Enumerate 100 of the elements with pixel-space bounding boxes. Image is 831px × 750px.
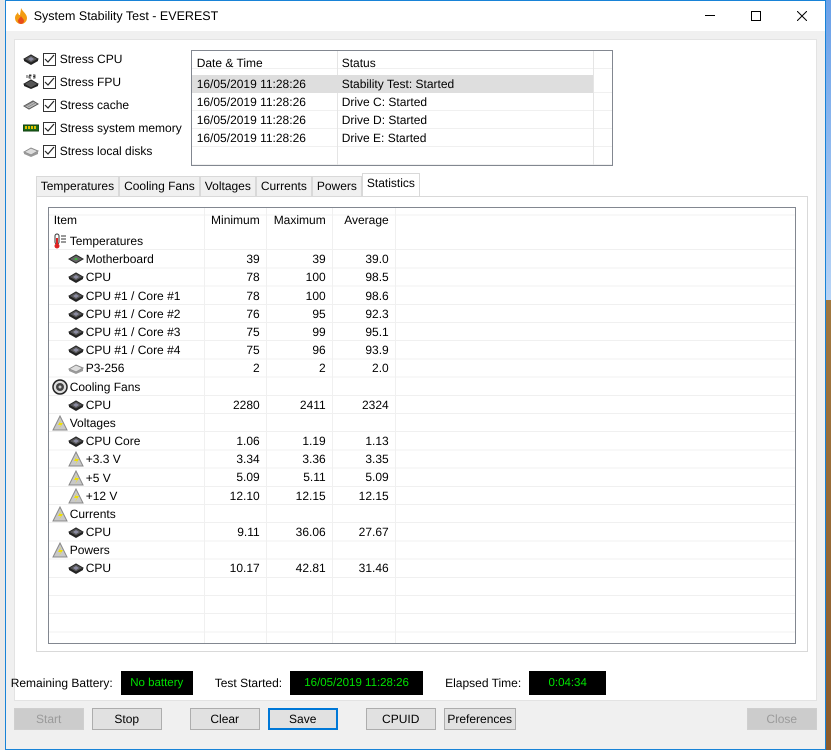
value-cell-text: 76 [245, 306, 261, 323]
log-cell-text: 16/05/2019 11:28:26 [196, 130, 307, 147]
status-label: Test Started: [214, 675, 282, 692]
value-cell-text: 1.19 [301, 433, 327, 450]
warning-bolt-icon [68, 470, 84, 486]
log-cell-text: 16/05/2019 11:28:26 [196, 112, 307, 129]
close-icon [796, 11, 807, 21]
tab[interactable]: Statistics [362, 173, 420, 196]
flame-icon [14, 8, 28, 24]
status-label: Elapsed Time: [445, 675, 522, 692]
value-cell-text: 12.10 [228, 488, 261, 505]
value-cell-text: 75 [245, 342, 261, 360]
warning-bolt-icon [52, 542, 68, 558]
tab[interactable]: Cooling Fans [119, 176, 200, 196]
value-cell-text: 5.09 [364, 469, 390, 486]
value-cell-text: 1.13 [364, 433, 390, 450]
sensor-label: +12 V [86, 488, 118, 505]
warning-bolt-icon [68, 451, 84, 468]
column-header[interactable]: Status [336, 51, 593, 75]
log-cell: 16/05/2019 11:28:26 [192, 75, 337, 93]
maximize-icon [750, 11, 761, 21]
sensor-label: +5 V [86, 470, 111, 487]
checkbox-label[interactable]: Stress cache [60, 96, 130, 114]
checkbox[interactable] [42, 52, 56, 66]
log-cell-text: Drive E: Started [340, 130, 428, 147]
checkbox[interactable] [42, 122, 56, 134]
sensor-label: Motherboard [86, 251, 154, 268]
value-cell-text: 78 [245, 288, 261, 305]
tab[interactable]: Temperatures [36, 176, 120, 196]
sensor-label: CPU [86, 269, 112, 286]
value-cell-text: 75 [245, 324, 261, 341]
value-cell-text: 2 [318, 360, 327, 378]
sensor-label: CPU #1 / Core #1 [86, 288, 180, 305]
minimize-icon [704, 15, 715, 17]
window-title: System Stability Test - EVEREST [34, 8, 220, 25]
checkbox-label[interactable]: Stress local disks [60, 142, 152, 160]
tab[interactable]: Currents [256, 176, 312, 196]
value-cell-text: 12.15 [358, 488, 390, 505]
value-cell-text: 2 [252, 360, 261, 378]
group-label: Powers [70, 542, 110, 560]
value-cell-text: 5.09 [235, 469, 261, 486]
button[interactable]: CPUID [366, 708, 436, 730]
button[interactable]: Stop [92, 708, 162, 730]
checkbox[interactable] [42, 98, 56, 112]
value-cell-text: 93.9 [364, 342, 390, 360]
sensor-label: CPU [86, 524, 112, 542]
column-header[interactable]: Minimum [204, 208, 266, 232]
checkbox-label[interactable]: Stress system memory [60, 119, 182, 137]
value-cell-text: 27.67 [358, 524, 390, 541]
value-cell-text: 31.46 [358, 560, 390, 578]
value-cell-text: 2324 [361, 396, 390, 414]
column-header[interactable]: Item [48, 208, 204, 232]
value-cell-text: 95.1 [364, 324, 390, 341]
status-label: Remaining Battery: [10, 675, 113, 692]
button[interactable]: Preferences [444, 708, 516, 730]
value-cell-text: 42.81 [294, 560, 327, 578]
thermometer-icon [52, 233, 68, 250]
group-label: Temperatures [70, 233, 144, 250]
column-header[interactable]: Average [332, 208, 395, 232]
sensor-label: CPU #1 / Core #2 [86, 306, 180, 323]
cpu-chip-icon [22, 74, 39, 90]
sensor-label: CPU #1 / Core #3 [86, 324, 180, 342]
tab[interactable]: Powers [312, 176, 362, 196]
button[interactable]: Save [268, 708, 338, 730]
column-header[interactable]: Maximum [266, 208, 332, 232]
status-display: No battery [120, 671, 193, 695]
column-header[interactable]: Date & Time [192, 51, 337, 75]
value-cell-text: 10.17 [228, 560, 261, 578]
value-cell-text: 3.36 [301, 451, 327, 468]
value-cell-text: 78 [245, 269, 261, 286]
status-display: 16/05/2019 11:28:26 [290, 671, 424, 695]
value-cell-text: 98.5 [364, 269, 390, 286]
sensor-label: P3-256 [86, 360, 124, 378]
value-cell-text: 2280 [232, 396, 261, 414]
sensor-label: CPU [86, 396, 112, 414]
value-cell-text: 5.11 [302, 469, 327, 486]
checkbox[interactable] [42, 76, 56, 88]
warning-bolt-icon [68, 488, 84, 504]
group-label: Currents [70, 506, 116, 523]
group-label: Voltages [70, 414, 116, 432]
log-cell-text: 16/05/2019 11:28:26 [196, 94, 307, 111]
value-cell-text: 99 [311, 324, 327, 341]
tab[interactable]: Voltages [200, 176, 256, 196]
checkbox-label[interactable]: Stress CPU [60, 50, 122, 68]
sensor-label: CPU [86, 560, 112, 578]
button[interactable]: Clear [190, 708, 260, 730]
value-cell-text: 3.34 [235, 451, 261, 468]
value-cell-text: 39 [245, 251, 261, 268]
group-label: Cooling Fans [70, 378, 140, 396]
value-cell-text: 36.06 [294, 524, 327, 541]
warning-bolt-icon [52, 506, 68, 522]
warning-bolt-icon [52, 414, 68, 431]
checkbox-label[interactable]: Stress FPU [60, 73, 122, 91]
value-cell-text: 2411 [298, 396, 327, 414]
checkbox[interactable] [42, 144, 56, 158]
value-cell-text: 92.3 [364, 306, 390, 323]
value-cell-text: 39 [311, 251, 327, 268]
value-cell-text: 2.0 [371, 360, 390, 378]
status-display: 0:04:34 [529, 671, 606, 695]
value-cell-text: 12.15 [294, 488, 327, 505]
